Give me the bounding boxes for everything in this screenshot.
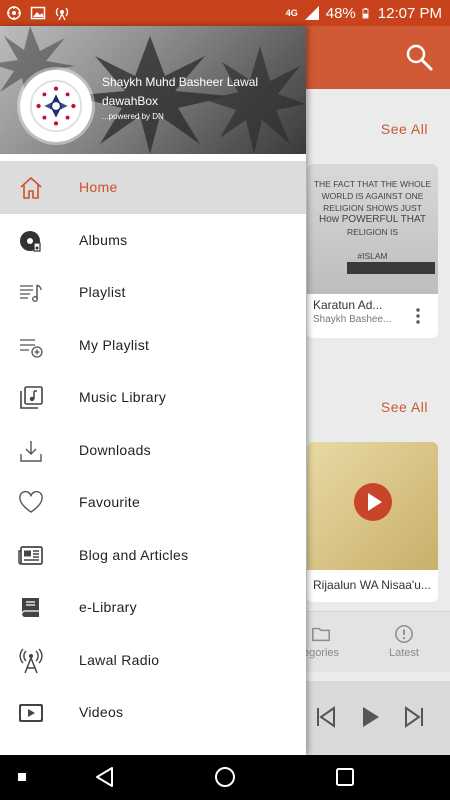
nav-latest[interactable]: Latest: [384, 624, 424, 659]
drawer-item-playlist[interactable]: Playlist: [0, 266, 306, 319]
book-icon: [21, 598, 39, 617]
drawer-item-music-library[interactable]: Music Library: [0, 371, 306, 424]
album-disc-icon: [20, 230, 41, 252]
skip-next-icon[interactable]: [402, 705, 426, 729]
drawer-item-e-library[interactable]: e-Library: [0, 581, 306, 634]
drawer-item-downloads[interactable]: Downloads: [0, 424, 306, 477]
alert-icon: [395, 625, 413, 643]
drawer-header: Shaykh Muhd Basheer Lawal dawahBox ...po…: [0, 26, 306, 154]
quote-line: RELIGION IS: [346, 227, 398, 237]
video-title: Rijaalun WA Nisaa'u...: [313, 578, 431, 592]
drawer-item-albums[interactable]: Albums: [0, 214, 306, 267]
search-icon[interactable]: [404, 42, 434, 72]
radio-notification-icon: [55, 7, 69, 21]
drawer-item-label: Music Library: [79, 389, 167, 406]
system-navigation-bar: [0, 755, 450, 800]
drawer-item-label: Home: [79, 179, 118, 196]
drawer-item-label: Albums: [79, 231, 128, 248]
quote-line: How POWERFUL THAT: [318, 214, 427, 225]
battery-percent: 48%: [325, 4, 356, 22]
drawer-menu: Home Albums Playlist My Playlist Music L…: [0, 161, 306, 739]
back-icon[interactable]: [94, 766, 116, 788]
more-options-icon[interactable]: [416, 308, 420, 324]
signal-icon: [304, 6, 319, 20]
music-library-icon: [20, 386, 43, 409]
download-icon: [20, 440, 42, 462]
status-bar: 4G 48% 12:07 PM: [0, 0, 450, 26]
folder-icon: [312, 627, 330, 642]
clock: 12:07 PM: [377, 4, 442, 22]
newspaper-icon: [18, 545, 43, 565]
powered-by-label: ...powered by DN: [102, 112, 164, 121]
drawer-item-label: Lawal Radio: [79, 651, 160, 668]
drawer-item-favourite[interactable]: Favourite: [0, 476, 306, 529]
menu-dot-icon[interactable]: [18, 773, 26, 781]
image-notification-icon: [30, 6, 46, 20]
drawer-item-label: Downloads: [79, 441, 151, 458]
app-logo-notification-icon: [7, 6, 21, 20]
see-all-link[interactable]: See All: [381, 121, 428, 137]
network-type-label: 4G: [285, 7, 298, 18]
heart-icon: [19, 490, 43, 513]
navigation-drawer: Shaykh Muhd Basheer Lawal dawahBox ...po…: [0, 26, 306, 755]
home-icon: [20, 177, 42, 199]
drawer-item-my-playlist[interactable]: My Playlist: [0, 319, 306, 372]
app-logo: [20, 70, 92, 142]
drawer-item-videos[interactable]: Videos: [0, 686, 306, 739]
quote-line: RELIGION SHOWS JUST: [323, 203, 422, 213]
hashtag: #ISLAM: [357, 251, 388, 261]
drawer-item-label: Blog and Articles: [79, 546, 189, 563]
home-button-icon[interactable]: [214, 766, 236, 788]
arabic-banner: [347, 262, 435, 274]
album-card[interactable]: THE FACT THAT THE WHOLE WORLD IS AGAINST…: [307, 164, 438, 338]
video-card[interactable]: Rijaalun WA Nisaa'u...: [307, 442, 438, 602]
nav-label: Latest: [389, 647, 419, 659]
add-playlist-icon: [20, 338, 43, 358]
drawer-item-label: Playlist: [79, 284, 126, 301]
drawer-item-blog[interactable]: Blog and Articles: [0, 529, 306, 582]
quote-line: THE FACT THAT THE WHOLE: [313, 179, 432, 189]
drawer-item-label: e-Library: [79, 599, 137, 616]
drawer-item-lawal-radio[interactable]: Lawal Radio: [0, 634, 306, 687]
app-name: dawahBox: [102, 94, 159, 108]
play-icon[interactable]: [358, 705, 382, 729]
video-icon: [19, 704, 43, 722]
see-all-link[interactable]: See All: [381, 399, 428, 415]
drawer-item-label: My Playlist: [79, 336, 150, 353]
battery-icon: [362, 8, 369, 19]
drawer-item-home[interactable]: Home: [0, 161, 306, 214]
logo-mark-icon: [29, 79, 83, 133]
skip-previous-icon[interactable]: [314, 705, 338, 729]
radio-tower-icon: [19, 648, 43, 673]
playlist-icon: [20, 284, 42, 302]
drawer-item-label: Favourite: [79, 494, 141, 511]
scholar-name: Shaykh Muhd Basheer Lawal: [102, 75, 259, 89]
recent-apps-icon[interactable]: [334, 766, 356, 788]
play-button-icon[interactable]: [353, 482, 393, 522]
quote-line: WORLD IS AGAINST ONE: [321, 191, 424, 201]
album-thumbnail: THE FACT THAT THE WHOLE WORLD IS AGAINST…: [307, 164, 438, 294]
drawer-item-label: Videos: [79, 704, 124, 721]
video-thumbnail: [307, 442, 438, 570]
